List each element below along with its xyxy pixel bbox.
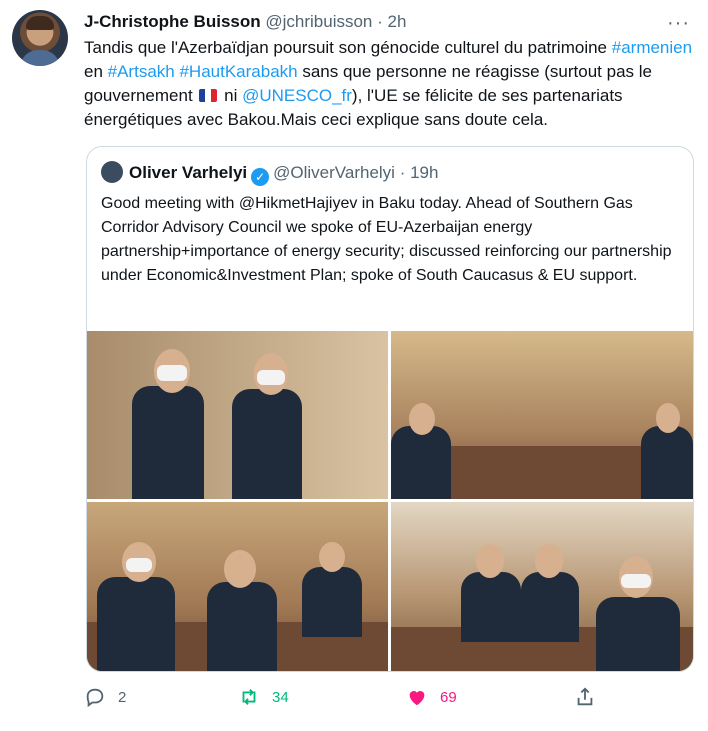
photo-2[interactable] [391,331,693,499]
like-count: 69 [440,688,457,706]
tweet-actions: 2 34 69 [84,680,684,714]
like-icon [409,691,425,706]
author-handle[interactable]: @jchribuisson [265,12,372,31]
quoted-header: Oliver Varhelyi ✓ @OliverVarhelyi · 19h [101,161,438,186]
quoted-avatar[interactable] [101,161,123,183]
reply-icon [86,688,104,708]
quoted-handle[interactable]: @OliverVarhelyi [273,163,395,182]
share-button[interactable] [574,680,596,714]
quoted-text: Good meeting with @HikmetHajiyev in Baku… [101,195,672,284]
share-icon [577,687,593,706]
tweet-text: Tandis que l'Azerbaïdjan poursuit son gé… [84,36,696,132]
hashtag-artsakh[interactable]: #Artsakh [108,62,175,81]
quoted-time[interactable]: · 19h [400,163,439,182]
quoted-tweet[interactable]: Oliver Varhelyi ✓ @OliverVarhelyi · 19h Go… [86,146,694,672]
retweet-button[interactable]: 34 [238,680,289,714]
author-name[interactable]: J-Christophe Buisson [84,12,261,31]
text-part: Tandis que l'Azerbaïdjan poursuit son gé… [84,38,612,57]
retweet-count: 34 [272,688,289,706]
photo-1[interactable] [87,331,388,499]
quoted-name[interactable]: Oliver Varhelyi [129,163,247,182]
hashtag-armenien[interactable]: #armenien [612,38,692,57]
author-avatar[interactable] [12,10,68,66]
verified-icon: ✓ [251,168,270,186]
mention-unesco[interactable]: @UNESCO_fr [242,86,352,105]
tweet-time[interactable]: · 2h [377,12,406,31]
france-flag-icon [199,89,218,102]
photo-3[interactable] [87,502,388,671]
text-part: ni [219,86,243,105]
tweet[interactable]: J-Christophe Buisson @jchribuisson · 2h … [0,0,708,731]
retweet-icon [242,689,256,705]
photo-grid [87,331,693,671]
photo-4[interactable] [391,502,693,671]
more-icon[interactable]: ··· [667,12,690,35]
hashtag-hautkarabakh[interactable]: #HautKarabakh [179,62,297,81]
reply-count: 2 [118,688,127,706]
text-part: en [84,62,108,81]
reply-button[interactable]: 2 [84,680,126,714]
tweet-header: J-Christophe Buisson @jchribuisson · 2h [84,12,406,32]
like-button[interactable]: 69 [406,680,457,714]
